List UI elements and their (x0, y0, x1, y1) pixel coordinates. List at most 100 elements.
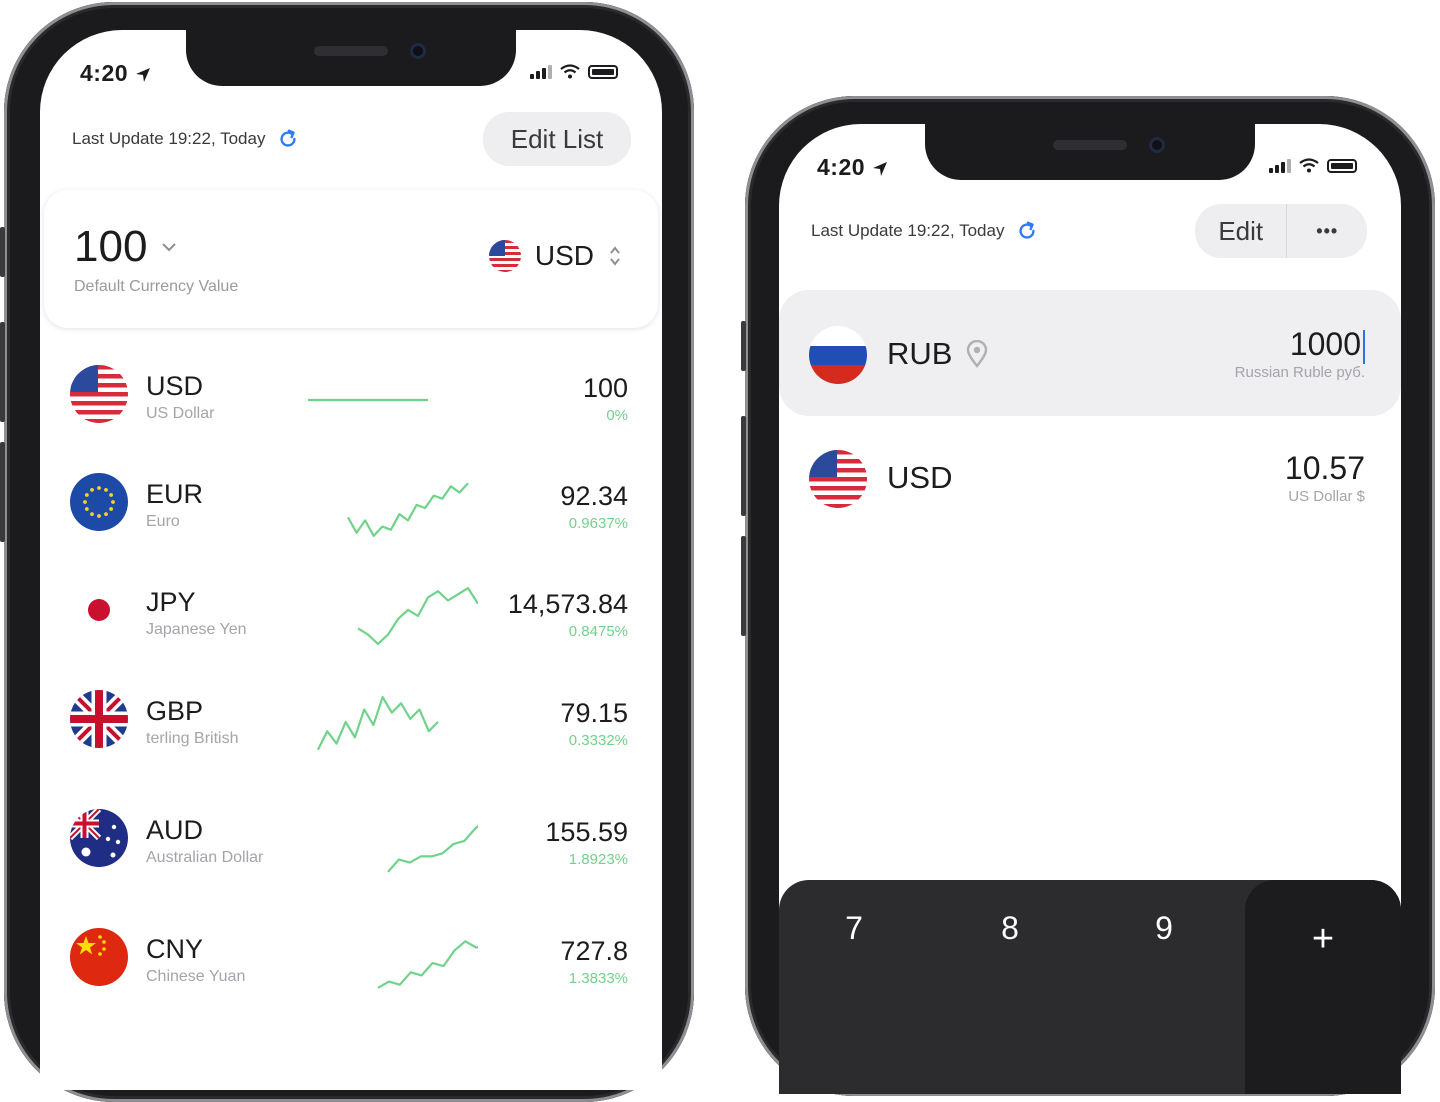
wifi-icon (1299, 158, 1319, 173)
sparkline-chart (387, 824, 478, 873)
currency-name: Euro (146, 513, 180, 530)
status-time-text: 4:20 (817, 154, 866, 180)
default-value-selector[interactable]: 100 (74, 222, 177, 272)
currency-description: Russian Ruble руб. (1234, 364, 1365, 381)
location-pin-icon (967, 340, 988, 368)
currency-row-cny[interactable]: CNY Chinese Yuan 727.8 1.3833% (40, 908, 662, 1018)
refresh-icon[interactable] (1016, 220, 1038, 242)
currency-name: Japanese Yen (146, 621, 247, 638)
currency-code: JPY (146, 587, 196, 617)
signal-icon (530, 65, 552, 79)
currency-name: US Dollar (146, 405, 215, 422)
battery-icon (1327, 159, 1357, 173)
earpiece-speaker (314, 46, 388, 56)
default-currency-code: USD (534, 240, 594, 271)
sparkline-line (357, 587, 478, 646)
currency-change: 1.8923% (568, 851, 628, 868)
status-bar-time: 4:20 (817, 154, 888, 181)
status-bar-icons (1269, 158, 1357, 173)
edit-list-button[interactable]: Edit List (483, 112, 631, 166)
default-value: 100 (74, 222, 148, 271)
currency-row-jpy[interactable]: JPY Japanese Yen 14,573.84 0.8475% (40, 561, 662, 671)
left-screen: 4:20 Last Update 19:22, Today Edit List … (40, 30, 662, 1090)
currency-value: 14,573.84 (507, 589, 628, 619)
currency-code: USD (146, 371, 204, 401)
currency-row-usd[interactable]: USD US Dollar 100 0% (40, 345, 662, 455)
currency-value: 727.8 (560, 936, 628, 966)
currency-change: 0.8475% (568, 623, 628, 640)
front-camera (410, 43, 426, 59)
currency-value: 100 (582, 373, 628, 403)
eu-flag-icon (70, 473, 128, 531)
key-7[interactable]: 7 (779, 910, 929, 947)
signal-icon (1269, 159, 1291, 173)
notch (925, 124, 1255, 180)
status-bar-time: 4:20 (80, 60, 151, 87)
edit-controls: Edit ••• (1195, 204, 1367, 258)
status-bar-icons (530, 64, 618, 79)
sparkline-line (347, 482, 469, 538)
last-update-text: Last Update 19:22, Today (72, 129, 266, 148)
front-camera (1149, 137, 1165, 153)
volume-down-button (0, 442, 5, 542)
currency-name: Chinese Yuan (146, 968, 246, 985)
sparkline-chart (357, 587, 478, 646)
wifi-icon (560, 64, 580, 79)
edit-button[interactable]: Edit (1195, 204, 1288, 258)
default-value-caption: Default Currency Value (74, 278, 239, 295)
currency-change: 1.3833% (568, 970, 628, 987)
converted-amount: 10.57 (1284, 450, 1365, 486)
currency-code: CNY (146, 934, 204, 964)
us-flag-icon (70, 365, 128, 423)
sparkline-chart (308, 398, 428, 402)
volume-down-button (741, 536, 746, 636)
china-flag-icon (70, 928, 128, 986)
mute-switch (0, 227, 5, 277)
left-phone-frame: 4:20 Last Update 19:22, Today Edit List … (0, 2, 694, 1102)
currency-row-aud[interactable]: AUD Australian Dollar 155.59 1.8923% (40, 789, 662, 899)
location-arrow-icon (872, 161, 887, 176)
converter-row-rub[interactable]: RUB 1000 Russian Ruble руб. (779, 290, 1401, 416)
currency-row-gbp[interactable]: GBP terling British 79.15 0.3332% (40, 670, 662, 780)
currency-change: 0% (606, 407, 628, 424)
numeric-keypad: 7 8 9 + (779, 880, 1401, 1094)
more-options-button[interactable]: ••• (1287, 204, 1367, 258)
currency-row-eur[interactable]: EUR Euro 92.34 0.9637% (40, 453, 662, 563)
earpiece-speaker (1053, 140, 1127, 150)
notch (186, 30, 516, 86)
key-plus[interactable]: + (1245, 880, 1401, 1094)
amount-text: 1000 (1289, 326, 1361, 362)
mute-switch (741, 321, 746, 371)
volume-up-button (0, 322, 5, 422)
converter-row-usd[interactable]: USD 10.57 US Dollar $ (779, 414, 1401, 540)
currency-value: 155.59 (545, 817, 628, 847)
volume-up-button (741, 416, 746, 516)
currency-description: US Dollar $ (1288, 488, 1365, 505)
sparkline-chart (377, 940, 478, 989)
right-phone-frame: 4:20 Last Update 19:22, Today Edit ••• R… (741, 96, 1435, 1096)
us-flag-icon (809, 450, 867, 508)
battery-icon (588, 65, 618, 79)
currency-change: 0.9637% (568, 515, 628, 532)
currency-name: terling British (146, 730, 239, 747)
sort-arrows-icon (610, 246, 620, 266)
converter-code-usd: USD (887, 460, 952, 496)
japan-flag-icon (70, 581, 128, 639)
default-currency-picker[interactable]: USD (488, 240, 622, 272)
key-8[interactable]: 8 (935, 910, 1085, 947)
currency-code: GBP (146, 696, 204, 726)
location-arrow-icon (135, 67, 150, 82)
amount-input[interactable]: 1000 (1290, 326, 1365, 364)
refresh-icon[interactable] (277, 128, 299, 150)
russia-flag-icon (809, 326, 867, 384)
last-update-status: Last Update 19:22, Today (72, 128, 299, 150)
key-9[interactable]: 9 (1089, 910, 1239, 947)
text-cursor (1363, 329, 1365, 364)
currency-code: AUD (146, 815, 204, 845)
chevron-down-icon (162, 243, 177, 252)
currency-value: 79.15 (560, 698, 628, 728)
last-update-text: Last Update 19:22, Today (811, 221, 1005, 240)
currency-change: 0.3332% (568, 732, 628, 749)
sparkline-line (317, 696, 439, 751)
currency-name: Australian Dollar (146, 849, 264, 866)
